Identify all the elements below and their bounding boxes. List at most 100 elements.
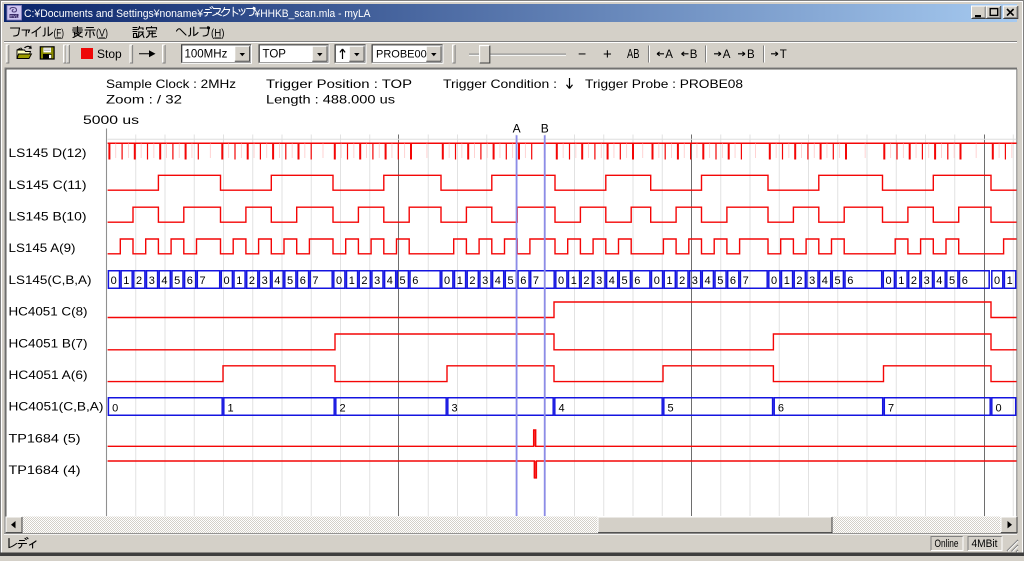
svg-text:2: 2 [679, 275, 685, 287]
svg-text:PROBE00: PROBE00 [376, 49, 427, 61]
svg-text:0: 0 [112, 402, 118, 414]
svg-text:myLA: myLA [10, 14, 21, 19]
svg-text:2: 2 [911, 275, 917, 287]
svg-text:7: 7 [888, 402, 894, 414]
svg-text:0: 0 [558, 275, 564, 287]
svg-text:3: 3 [374, 275, 380, 287]
svg-text:3: 3 [262, 275, 268, 287]
svg-text:Length : 488.000 us: Length : 488.000 us [266, 93, 395, 107]
svg-text:¥HHKB_scan.mla - myLA: ¥HHKB_scan.mla - myLA [254, 8, 372, 20]
svg-text:0: 0 [996, 402, 1002, 414]
svg-text:6: 6 [300, 275, 306, 287]
svg-text:4: 4 [495, 275, 501, 287]
svg-text:Stop: Stop [97, 47, 122, 61]
svg-text:4: 4 [936, 275, 942, 287]
svg-text:2: 2 [249, 275, 255, 287]
svg-text:4: 4 [609, 275, 615, 287]
svg-text:AB: AB [627, 47, 640, 61]
svg-text:(V): (V) [96, 28, 108, 40]
svg-text:1: 1 [457, 275, 463, 287]
svg-text:Zoom : / 32: Zoom : / 32 [106, 93, 182, 107]
svg-text:2: 2 [469, 275, 475, 287]
svg-text:1: 1 [123, 275, 129, 287]
svg-text:HC4051 C(8): HC4051 C(8) [9, 305, 88, 319]
svg-text:6: 6 [412, 275, 418, 287]
svg-text:B: B [541, 122, 549, 136]
svg-text:7: 7 [533, 275, 539, 287]
svg-text:2: 2 [583, 275, 589, 287]
svg-text:4: 4 [822, 275, 828, 287]
svg-text:4MBit: 4MBit [972, 538, 998, 550]
svg-text:3: 3 [809, 275, 815, 287]
svg-text:5: 5 [287, 275, 293, 287]
svg-text:5000 us: 5000 us [83, 113, 139, 127]
svg-text:7: 7 [200, 275, 206, 287]
svg-text:B: B [747, 49, 755, 61]
svg-text:3: 3 [924, 275, 930, 287]
svg-text:5: 5 [835, 275, 841, 287]
svg-text:HC4051(C,B,A): HC4051(C,B,A) [9, 400, 104, 414]
svg-text:0: 0 [994, 275, 1000, 287]
svg-text:4: 4 [705, 275, 711, 287]
svg-text:2: 2 [340, 402, 346, 414]
svg-text:0: 0 [771, 275, 777, 287]
svg-text:(H): (H) [211, 28, 225, 40]
svg-text:HC4051 A(6): HC4051 A(6) [9, 368, 88, 382]
svg-text:5: 5 [949, 275, 955, 287]
svg-text:1: 1 [666, 275, 672, 287]
svg-text:7: 7 [312, 275, 318, 287]
svg-text:4: 4 [161, 275, 167, 287]
svg-text:0: 0 [111, 275, 117, 287]
svg-text:6: 6 [962, 275, 968, 287]
svg-text:(F): (F) [54, 28, 65, 40]
svg-text:1: 1 [571, 275, 577, 287]
svg-text:LS145(C,B,A): LS145(C,B,A) [9, 273, 92, 287]
svg-text:2: 2 [361, 275, 367, 287]
svg-text:LS145 A(9): LS145 A(9) [9, 241, 76, 255]
svg-text:5: 5 [174, 275, 180, 287]
svg-text:5: 5 [717, 275, 723, 287]
svg-text:Online: Online [935, 538, 959, 550]
svg-text:T: T [780, 49, 787, 61]
svg-text:4: 4 [274, 275, 280, 287]
svg-text:B: B [690, 49, 698, 61]
svg-text:−: − [578, 46, 586, 62]
svg-text:6: 6 [778, 402, 784, 414]
svg-text:0: 0 [654, 275, 660, 287]
svg-text:TP1684 (5): TP1684 (5) [9, 431, 81, 445]
svg-text:2: 2 [796, 275, 802, 287]
svg-text:TP1684 (4): TP1684 (4) [9, 463, 81, 477]
svg-text:5: 5 [508, 275, 514, 287]
svg-text:Trigger Probe : PROBE08: Trigger Probe : PROBE08 [585, 77, 743, 91]
svg-text:LS145 D(12): LS145 D(12) [9, 146, 87, 160]
svg-text:1: 1 [784, 275, 790, 287]
svg-text:6: 6 [847, 275, 853, 287]
svg-text:A: A [513, 122, 521, 136]
svg-text:Trigger Position : TOP: Trigger Position : TOP [266, 77, 412, 91]
svg-text:TOP: TOP [263, 49, 287, 61]
svg-text:HC4051 B(7): HC4051 B(7) [9, 336, 88, 350]
svg-text:3: 3 [149, 275, 155, 287]
svg-text:LS145 B(10): LS145 B(10) [9, 210, 87, 224]
svg-text:2: 2 [136, 275, 142, 287]
svg-text:3: 3 [596, 275, 602, 287]
svg-text:6: 6 [730, 275, 736, 287]
svg-text:5: 5 [668, 402, 674, 414]
svg-text:A: A [723, 49, 731, 61]
svg-text:C:¥Documents and Settings¥nona: C:¥Documents and Settings¥noname¥ [24, 8, 204, 20]
svg-text:LS145 C(11): LS145 C(11) [9, 178, 87, 192]
svg-text:1: 1 [898, 275, 904, 287]
svg-text:6: 6 [187, 275, 193, 287]
svg-text:4: 4 [559, 402, 565, 414]
svg-text:0: 0 [444, 275, 450, 287]
svg-text:3: 3 [692, 275, 698, 287]
svg-text:+: + [603, 46, 612, 63]
svg-text:1: 1 [236, 275, 242, 287]
svg-text:5: 5 [622, 275, 628, 287]
svg-text:0: 0 [886, 275, 892, 287]
svg-text:1: 1 [1007, 275, 1013, 287]
svg-text:3: 3 [452, 402, 458, 414]
svg-text:7: 7 [743, 275, 749, 287]
svg-text:3: 3 [482, 275, 488, 287]
svg-text:0: 0 [336, 275, 342, 287]
